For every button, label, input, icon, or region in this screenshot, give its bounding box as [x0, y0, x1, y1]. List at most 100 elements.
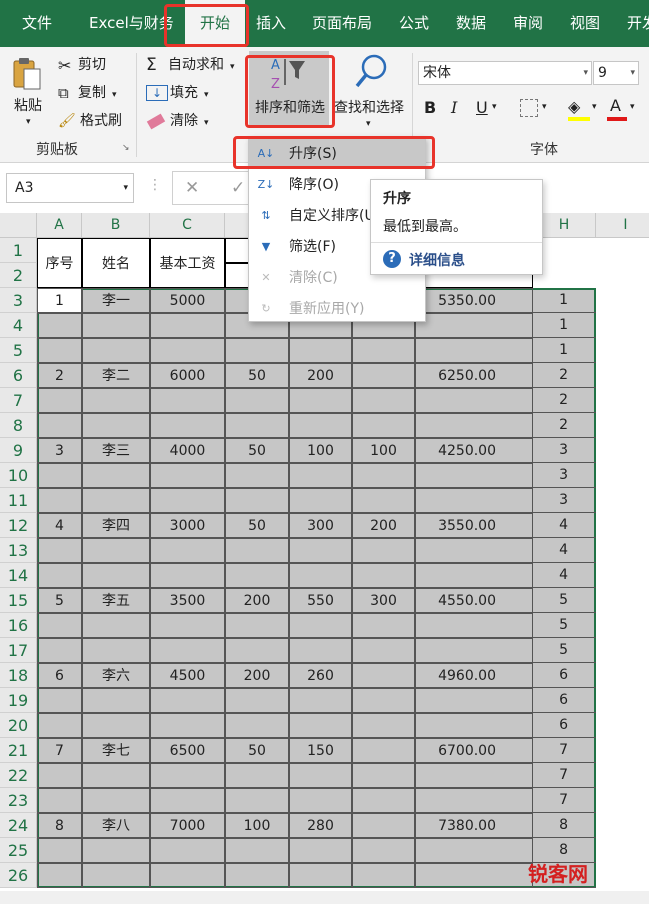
row-header[interactable]: 6: [0, 363, 37, 388]
data-cell[interactable]: [225, 388, 289, 413]
data-cell[interactable]: [415, 613, 533, 638]
row-header[interactable]: 21: [0, 738, 37, 763]
data-cell[interactable]: [37, 613, 82, 638]
data-cell[interactable]: 5: [37, 588, 82, 613]
data-cell[interactable]: 3500: [150, 588, 225, 613]
data-cell[interactable]: [150, 338, 225, 363]
active-cell[interactable]: 1: [37, 288, 82, 313]
data-cell[interactable]: 6700.00: [415, 738, 533, 763]
data-cell[interactable]: [289, 838, 352, 863]
helper-cell[interactable]: 4: [533, 538, 596, 563]
row-header[interactable]: 12: [0, 513, 37, 538]
paste-button[interactable]: 粘贴 ▾: [10, 55, 50, 133]
data-cell[interactable]: 李五: [82, 588, 150, 613]
data-cell[interactable]: [225, 838, 289, 863]
data-cell[interactable]: [289, 538, 352, 563]
column-header[interactable]: A: [37, 213, 82, 238]
data-cell[interactable]: [37, 313, 82, 338]
data-cell[interactable]: [37, 563, 82, 588]
cancel-icon[interactable]: ✕: [185, 178, 199, 198]
find-select-button[interactable]: 查找和选择 ▾: [332, 51, 410, 131]
data-cell[interactable]: 280: [289, 813, 352, 838]
helper-cell[interactable]: 1: [533, 313, 596, 338]
data-cell[interactable]: [415, 413, 533, 438]
data-cell[interactable]: 3000: [150, 513, 225, 538]
data-cell[interactable]: 6: [37, 663, 82, 688]
row-header[interactable]: 3: [0, 288, 37, 313]
italic-button[interactable]: I: [451, 98, 457, 117]
data-cell[interactable]: [289, 638, 352, 663]
data-cell[interactable]: 7000: [150, 813, 225, 838]
data-cell[interactable]: [289, 763, 352, 788]
data-cell[interactable]: 200: [289, 363, 352, 388]
data-cell[interactable]: [225, 338, 289, 363]
underline-button[interactable]: U: [476, 98, 488, 117]
data-cell[interactable]: [352, 463, 415, 488]
header-cell-seq[interactable]: 序号: [37, 238, 82, 288]
helper-cell[interactable]: 4: [533, 513, 596, 538]
data-cell[interactable]: [352, 363, 415, 388]
helper-cell[interactable]: 1: [533, 288, 596, 313]
row-header[interactable]: 5: [0, 338, 37, 363]
tab-review[interactable]: 审阅: [513, 0, 543, 47]
data-cell[interactable]: [150, 538, 225, 563]
data-cell[interactable]: [37, 838, 82, 863]
data-cell[interactable]: [37, 388, 82, 413]
data-cell[interactable]: [289, 413, 352, 438]
data-cell[interactable]: [37, 863, 82, 888]
clear-button[interactable]: 清除 ▾: [146, 110, 209, 130]
helper-cell[interactable]: 6: [533, 688, 596, 713]
data-cell[interactable]: [289, 863, 352, 888]
dialog-launcher-icon[interactable]: ↘: [122, 143, 130, 153]
data-cell[interactable]: [225, 863, 289, 888]
data-cell[interactable]: [225, 638, 289, 663]
helper-cell[interactable]: 7: [533, 763, 596, 788]
data-cell[interactable]: [150, 713, 225, 738]
data-cell[interactable]: [82, 313, 150, 338]
data-cell[interactable]: [82, 488, 150, 513]
data-cell[interactable]: 5350.00: [415, 288, 533, 313]
row-header[interactable]: 1: [0, 238, 37, 263]
data-cell[interactable]: [352, 613, 415, 638]
tab-developer[interactable]: 开发: [627, 0, 649, 47]
data-cell[interactable]: [415, 638, 533, 663]
data-cell[interactable]: 4500: [150, 663, 225, 688]
data-cell[interactable]: 李六: [82, 663, 150, 688]
data-cell[interactable]: 3550.00: [415, 513, 533, 538]
data-cell[interactable]: 7380.00: [415, 813, 533, 838]
data-cell[interactable]: [82, 388, 150, 413]
data-cell[interactable]: 6000: [150, 363, 225, 388]
data-cell[interactable]: 550: [289, 588, 352, 613]
data-cell[interactable]: [225, 563, 289, 588]
borders-icon[interactable]: [520, 99, 538, 117]
data-cell[interactable]: [352, 813, 415, 838]
helper-cell[interactable]: 5: [533, 638, 596, 663]
select-all-corner[interactable]: [0, 213, 37, 238]
data-cell[interactable]: [150, 863, 225, 888]
data-cell[interactable]: [352, 688, 415, 713]
data-cell[interactable]: [150, 488, 225, 513]
bold-button[interactable]: B: [424, 98, 436, 117]
data-cell[interactable]: 150: [289, 738, 352, 763]
data-cell[interactable]: [37, 463, 82, 488]
data-cell[interactable]: [415, 338, 533, 363]
font-size-select[interactable]: 9 ▾: [593, 61, 639, 85]
data-cell[interactable]: [82, 838, 150, 863]
data-cell[interactable]: 李二: [82, 363, 150, 388]
data-cell[interactable]: [289, 563, 352, 588]
data-cell[interactable]: [289, 788, 352, 813]
menu-item-reapply[interactable]: ↻ 重新应用(Y): [249, 294, 425, 324]
row-header[interactable]: 14: [0, 563, 37, 588]
data-cell[interactable]: [82, 763, 150, 788]
data-cell[interactable]: 50: [225, 438, 289, 463]
data-cell[interactable]: [37, 788, 82, 813]
column-header[interactable]: B: [82, 213, 150, 238]
data-cell[interactable]: [352, 713, 415, 738]
data-cell[interactable]: 300: [352, 588, 415, 613]
helper-cell[interactable]: 8: [533, 813, 596, 838]
copy-button[interactable]: ⧉ 复制 ▾: [58, 82, 117, 102]
data-cell[interactable]: 200: [352, 513, 415, 538]
data-cell[interactable]: [415, 388, 533, 413]
data-cell[interactable]: 4960.00: [415, 663, 533, 688]
font-color-button[interactable]: A: [610, 96, 621, 115]
